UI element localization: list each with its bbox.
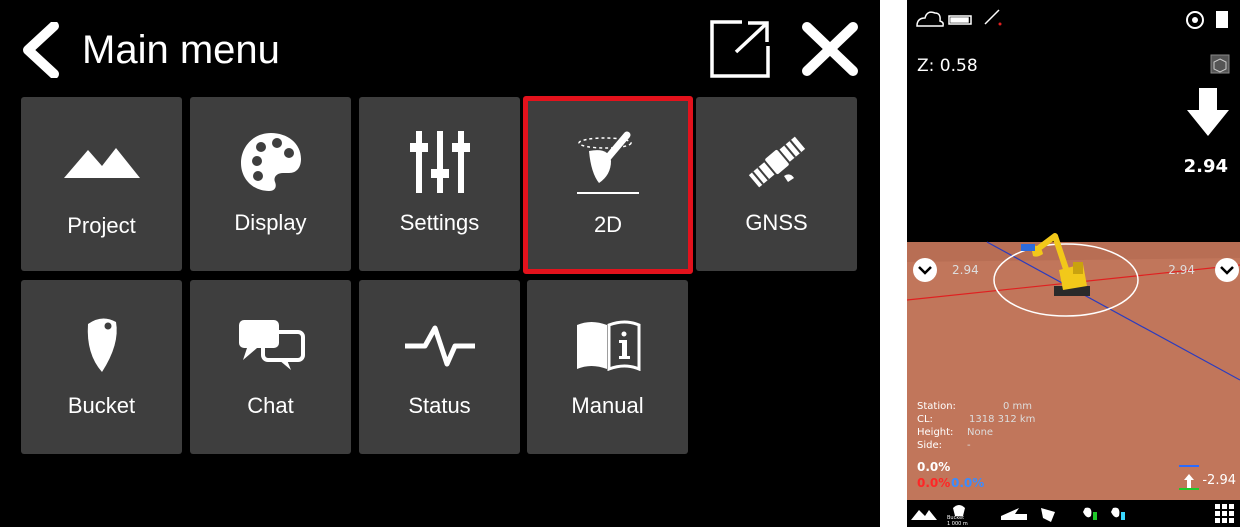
manual-book-icon (527, 310, 688, 380)
status-icons (916, 9, 1000, 27)
mountains-icon (21, 127, 182, 197)
pulse-icon (359, 310, 520, 380)
chevron-left-icon (23, 21, 59, 79)
view-cube-button[interactable] (1211, 55, 1229, 73)
depth-value: 2.94 (1183, 156, 1228, 177)
station-label: Station: (917, 401, 956, 412)
side-value: - (967, 440, 971, 451)
tile-status[interactable]: Status (359, 280, 520, 454)
bucket-2d-icon (528, 129, 688, 199)
station-value: 0 mm (1003, 401, 1033, 412)
tile-2d[interactable]: 2D (523, 96, 693, 274)
tile-label: Status (408, 393, 471, 418)
menu-header: Main menu (0, 0, 880, 95)
left-offset-button[interactable] (913, 258, 937, 282)
bucket-tool-button[interactable] (947, 500, 971, 526)
back-button[interactable] (18, 21, 68, 79)
tile-display[interactable]: Display (190, 97, 351, 271)
cross-slope-value: 0.0% (917, 476, 951, 490)
cl-value: 1318 312 km (969, 414, 1036, 425)
tile-label: Manual (571, 393, 644, 418)
right-offset-value: 2.94 (1168, 263, 1195, 277)
cl-label: CL: (917, 414, 933, 425)
bucket-up-button[interactable] (1109, 504, 1129, 526)
cloud-icon (916, 11, 944, 27)
chat-bubbles-icon (190, 310, 351, 380)
tile-label: Display (234, 210, 307, 235)
main-menu-panel: Main menu Project Display Settings 2D GN… (0, 0, 880, 527)
height-value: None (967, 427, 994, 438)
project-tool-button[interactable] (909, 504, 939, 526)
tile-label: Project (67, 213, 136, 238)
right-offset-button[interactable] (1215, 258, 1239, 282)
tile-gnss[interactable]: GNSS (696, 97, 857, 271)
tile-label: Chat (247, 393, 294, 418)
main-slope-value: 0.0% (951, 476, 985, 490)
sim-icon (1216, 11, 1228, 28)
bucket-down-button[interactable] (1081, 504, 1101, 526)
slope-value: 0.0% (917, 460, 951, 474)
left-offset-value: 2.94 (952, 263, 979, 277)
z-readout: Z: 0.58 (917, 56, 978, 76)
close-icon (802, 22, 858, 76)
tile-chat[interactable]: Chat (190, 280, 351, 454)
bucket-icon (21, 310, 182, 380)
close-button[interactable] (799, 22, 861, 76)
tile-label: GNSS (745, 210, 808, 235)
tilt-tool-button[interactable] (1039, 504, 1059, 526)
tile-label: 2D (593, 212, 623, 237)
tile-project[interactable]: Project (21, 97, 182, 271)
tile-label: Settings (399, 210, 480, 235)
tile-bucket[interactable]: Bucket (21, 280, 182, 454)
page-title: Main menu (82, 28, 280, 72)
target-depth-value: -2.94 (1202, 473, 1236, 488)
satellite-icon (696, 127, 857, 197)
machine-view-panel: Z: 0.58 2.94 2.94 2.94 Station: 0 mm CL:… (907, 0, 1240, 527)
sliders-icon (359, 127, 520, 197)
apps-menu-button[interactable] (1213, 502, 1237, 526)
palette-icon (190, 127, 351, 197)
popout-button[interactable] (708, 18, 772, 80)
cut-arrow-icon (1187, 88, 1229, 136)
tile-label: Bucket (67, 393, 136, 418)
side-label: Side: (917, 440, 942, 451)
gps-target-button[interactable] (1185, 10, 1205, 30)
height-label: Height: (917, 427, 954, 438)
tile-settings[interactable]: Settings (359, 97, 520, 271)
tile-manual[interactable]: Manual (527, 280, 688, 454)
external-window-icon (710, 20, 770, 78)
grade-tool-button[interactable] (999, 504, 1029, 526)
